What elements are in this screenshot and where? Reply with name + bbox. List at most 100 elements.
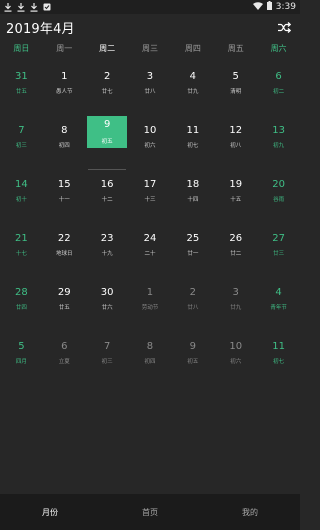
day-number: 22 (57, 233, 71, 244)
day-cell[interactable]: 24 二十 (129, 224, 172, 278)
day-cell[interactable]: 7 初三 (86, 332, 129, 386)
day-cell[interactable]: 3 廿九 (214, 278, 257, 332)
weekday-row: 周日 周一 周二 周三 周四 周五 周六 (0, 40, 300, 58)
day-number: 2 (189, 287, 197, 298)
day-cell[interactable]: 10 初六 (129, 116, 172, 170)
day-cell[interactable]: 13 初九 (257, 116, 300, 170)
lunar-date: 初四 (144, 359, 156, 365)
day-cell[interactable]: 15 十一 (43, 170, 86, 224)
day-cell[interactable]: 5 清明 (214, 62, 257, 116)
day-number: 13 (272, 125, 285, 136)
lunar-date: 初八 (230, 143, 242, 149)
day-number: 19 (229, 179, 243, 190)
day-number: 14 (15, 179, 28, 190)
lunar-date: 地球日 (56, 251, 73, 257)
day-cell[interactable]: 19 十五 (214, 170, 257, 224)
day-cell[interactable]: 8 初四 (129, 332, 172, 386)
day-cell[interactable]: 6 立夏 (43, 332, 86, 386)
lunar-date: 廿八 (187, 305, 199, 311)
status-bar: 3:39 (0, 0, 300, 14)
day-cell[interactable]: 30 廿六 (86, 278, 129, 332)
nav-tab-mine[interactable]: 我的 (200, 494, 300, 530)
day-cell[interactable]: 16 十二 (86, 170, 129, 224)
day-cell[interactable]: 27 廿三 (257, 224, 300, 278)
day-cell[interactable]: 25 廿一 (171, 224, 214, 278)
day-cell[interactable]: 18 十四 (171, 170, 214, 224)
lunar-date: 十五 (230, 197, 242, 203)
day-number: 29 (57, 287, 71, 298)
day-cell[interactable]: 3 廿八 (129, 62, 172, 116)
day-cell[interactable]: 22 地球日 (43, 224, 86, 278)
lunar-date: 十四 (187, 197, 199, 203)
lunar-date: 初四 (58, 143, 70, 149)
day-cell[interactable]: 2 廿八 (171, 278, 214, 332)
weekday-label: 周一 (56, 44, 73, 53)
day-cell-selected[interactable]: 9 初五 (86, 116, 129, 170)
battery-icon (266, 1, 272, 13)
day-cell[interactable]: 4 青年节 (257, 278, 300, 332)
lunar-date: 十七 (15, 251, 27, 257)
lunar-date: 廿七 (101, 89, 113, 95)
day-number: 4 (189, 71, 197, 82)
selected-day-divider (88, 169, 126, 170)
day-cell[interactable]: 4 廿九 (171, 62, 214, 116)
day-number: 10 (229, 341, 243, 352)
shuffle-icon[interactable] (276, 19, 292, 35)
day-number: 9 (103, 119, 111, 130)
day-cell[interactable]: 12 初八 (214, 116, 257, 170)
day-cell[interactable]: 23 十九 (86, 224, 129, 278)
day-number: 1 (146, 287, 154, 298)
day-cell[interactable]: 2 廿七 (86, 62, 129, 116)
day-cell[interactable]: 8 初四 (43, 116, 86, 170)
day-number: 8 (61, 125, 68, 136)
day-cell[interactable]: 11 初七 (257, 332, 300, 386)
day-number: 3 (146, 71, 154, 82)
day-cell[interactable]: 6 初二 (257, 62, 300, 116)
day-cell[interactable]: 11 初七 (171, 116, 214, 170)
lunar-date: 十九 (101, 251, 113, 257)
lunar-date: 二十 (144, 251, 156, 257)
day-number: 30 (100, 287, 114, 298)
day-cell[interactable]: 14 初十 (0, 170, 43, 224)
day-cell[interactable]: 1 愚人节 (43, 62, 86, 116)
day-cell[interactable]: 28 廿四 (0, 278, 43, 332)
nav-tab-month[interactable]: 月份 (0, 494, 100, 530)
day-cell[interactable]: 5 四月 (0, 332, 43, 386)
lunar-date: 十二 (101, 197, 113, 203)
app-icon (43, 3, 51, 12)
nav-tab-home[interactable]: 首页 (100, 494, 200, 530)
day-number: 17 (143, 179, 157, 190)
day-number: 21 (15, 233, 28, 244)
day-number: 24 (143, 233, 157, 244)
day-cell[interactable]: 20 谷雨 (257, 170, 300, 224)
day-number: 23 (100, 233, 114, 244)
lunar-date: 初三 (15, 143, 27, 149)
day-number: 31 (15, 71, 28, 82)
day-number: 7 (18, 125, 25, 136)
day-cell[interactable]: 17 十三 (129, 170, 172, 224)
day-cell[interactable]: 21 十七 (0, 224, 43, 278)
day-number: 6 (275, 71, 282, 82)
calendar-grid: 31 廿五 1 愚人节 2 廿七 3 廿八 4 廿九 5 清明 6 初二 7 初三 8 初四 9 初五 10 初六 11 初七… (0, 62, 300, 482)
weekday-label: 周二 (99, 44, 116, 53)
day-cell[interactable]: 1 劳动节 (129, 278, 172, 332)
day-cell[interactable]: 31 廿五 (0, 62, 43, 116)
day-cell[interactable]: 9 初五 (171, 332, 214, 386)
day-cell[interactable]: 7 初三 (0, 116, 43, 170)
day-number: 6 (61, 341, 68, 352)
day-cell[interactable]: 29 廿五 (43, 278, 86, 332)
month-title: 2019年4月 (6, 21, 75, 37)
day-number: 2 (103, 71, 111, 82)
lunar-date: 立夏 (58, 359, 70, 365)
lunar-date: 谷雨 (273, 197, 285, 203)
day-number: 1 (61, 71, 68, 82)
day-cell[interactable]: 26 廿二 (214, 224, 257, 278)
lunar-date: 初五 (101, 139, 113, 145)
lunar-date: 初七 (273, 359, 285, 365)
lunar-date: 廿四 (15, 305, 27, 311)
lunar-date: 青年节 (270, 305, 287, 311)
lunar-date: 廿五 (15, 89, 27, 95)
day-cell[interactable]: 10 初六 (214, 332, 257, 386)
wifi-icon (252, 1, 263, 13)
day-number: 5 (18, 341, 25, 352)
